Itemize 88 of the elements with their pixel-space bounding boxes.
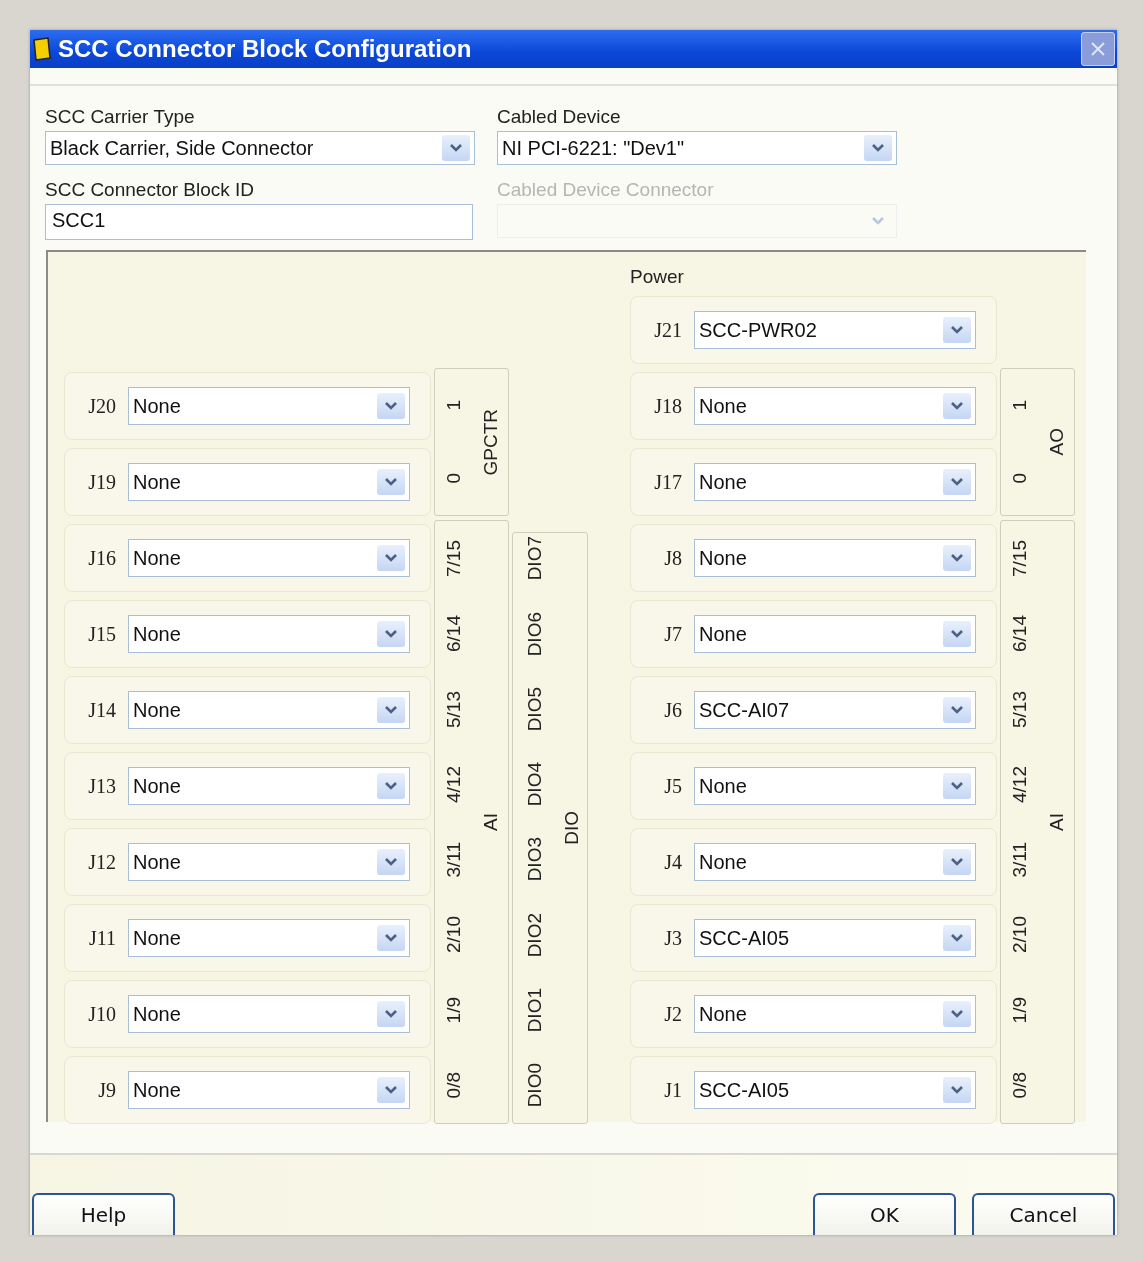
field-label: SCC Carrier Type <box>45 106 195 128</box>
dropdown[interactable]: None <box>128 843 410 881</box>
dropdown[interactable]: SCC-PWR02 <box>694 311 976 349</box>
channel-label: 5/13 <box>443 690 465 728</box>
dropdown[interactable]: None <box>128 615 410 653</box>
connector-label: J1 <box>664 1078 682 1102</box>
field-label: SCC Connector Block ID <box>45 179 255 201</box>
connector-label: J21 <box>654 318 682 342</box>
connector-label: J9 <box>98 1078 116 1102</box>
dropdown[interactable]: None <box>694 463 976 501</box>
dropdown[interactable]: None <box>128 767 410 805</box>
channel-label: DIO4 <box>524 762 546 807</box>
connector-label: J3 <box>664 926 682 950</box>
connector-label: J14 <box>88 698 116 722</box>
channel-label: 1/9 <box>443 996 465 1024</box>
channel-label: DIO5 <box>524 686 546 732</box>
field-label: Cabled Device <box>497 106 621 128</box>
dropdown[interactable]: None <box>694 387 976 425</box>
connector-label: J4 <box>664 850 682 874</box>
group-title: DIO <box>561 811 583 845</box>
connector-label: J17 <box>654 470 682 494</box>
dropdown[interactable]: SCC-AI05 <box>694 919 976 957</box>
window-title: SCC Connector Block Configuration <box>58 35 473 63</box>
channel-label: 2/10 <box>1009 916 1031 954</box>
connector-label: J11 <box>88 926 116 950</box>
dropdown[interactable]: None <box>128 387 410 425</box>
channel-label: DIO2 <box>524 912 546 958</box>
channel-label: 3/11 <box>443 841 465 878</box>
group-title: AI <box>1045 813 1068 831</box>
channel-label: 1/9 <box>1009 996 1031 1024</box>
connector-label: J6 <box>664 698 682 722</box>
help-button[interactable]: Help <box>32 1193 175 1235</box>
connector-label: J18 <box>654 394 682 418</box>
channel-label: 4/12 <box>1009 765 1031 803</box>
channel-label: 6/14 <box>1009 615 1031 653</box>
channel-label: 4/12 <box>443 765 465 803</box>
text-field[interactable]: SCC1 <box>45 204 473 240</box>
dropdown[interactable]: None <box>694 539 976 577</box>
connector-label: J15 <box>88 622 116 646</box>
dropdown[interactable]: None <box>128 691 410 729</box>
dropdown[interactable]: SCC-AI07 <box>694 691 976 729</box>
channel-label: 3/11 <box>1009 841 1031 878</box>
group-title: AO <box>1045 428 1068 456</box>
channel-label: 1 <box>1009 400 1031 411</box>
dropdown[interactable]: SCC-AI05 <box>694 1071 976 1109</box>
dropdown[interactable]: None <box>694 767 976 805</box>
channel-label: 6/14 <box>443 615 465 653</box>
connector-label: J12 <box>88 850 116 874</box>
connector-label: J5 <box>664 774 682 798</box>
dropdown[interactable]: None <box>128 1071 410 1109</box>
channel-label: 0 <box>443 473 465 484</box>
dropdown[interactable]: None <box>128 919 410 957</box>
connector-label: J7 <box>664 622 682 646</box>
channel-label: 0/8 <box>1009 1072 1031 1099</box>
group-title: GPCTR <box>479 408 502 476</box>
channel-label: 0/8 <box>443 1072 465 1099</box>
channel-label: 7/15 <box>443 540 465 578</box>
connector-label: J20 <box>88 394 116 418</box>
group-title: AI <box>479 813 502 831</box>
connector-label: J13 <box>88 774 116 798</box>
dropdown[interactable]: None <box>128 539 410 577</box>
connector-label: J16 <box>88 546 116 570</box>
channel-label: DIO7 <box>524 536 546 581</box>
cancel-button[interactable]: Cancel <box>972 1193 1115 1235</box>
channel-label: 5/13 <box>1009 690 1031 728</box>
ok-button[interactable]: OK <box>813 1193 956 1235</box>
channel-label: 1 <box>443 400 465 411</box>
channel-label: DIO1 <box>524 987 546 1033</box>
channel-label: 7/15 <box>1009 540 1031 578</box>
section-label: Power <box>630 266 684 288</box>
channel-label: DIO6 <box>524 611 546 657</box>
connector-label: J8 <box>664 546 682 570</box>
dropdown[interactable]: None <box>694 615 976 653</box>
connector-label: J2 <box>664 1002 682 1026</box>
channel-label: DIO3 <box>524 837 546 882</box>
field-label: Cabled Device Connector <box>497 179 714 201</box>
channel-label: 2/10 <box>443 916 465 954</box>
dropdown[interactable]: Black Carrier, Side Connector <box>45 131 475 165</box>
dropdown[interactable]: None <box>128 463 410 501</box>
channel-label: 0 <box>1009 473 1031 484</box>
connector-label: J10 <box>88 1002 116 1026</box>
channel-label: DIO0 <box>524 1063 546 1108</box>
dropdown[interactable]: None <box>694 995 976 1033</box>
dropdown[interactable]: NI PCI-6221: "Dev1" <box>497 131 897 165</box>
app-icon <box>32 36 52 62</box>
dropdown[interactable]: None <box>694 843 976 881</box>
dropdown[interactable]: None <box>128 995 410 1033</box>
connector-label: J19 <box>88 470 116 494</box>
